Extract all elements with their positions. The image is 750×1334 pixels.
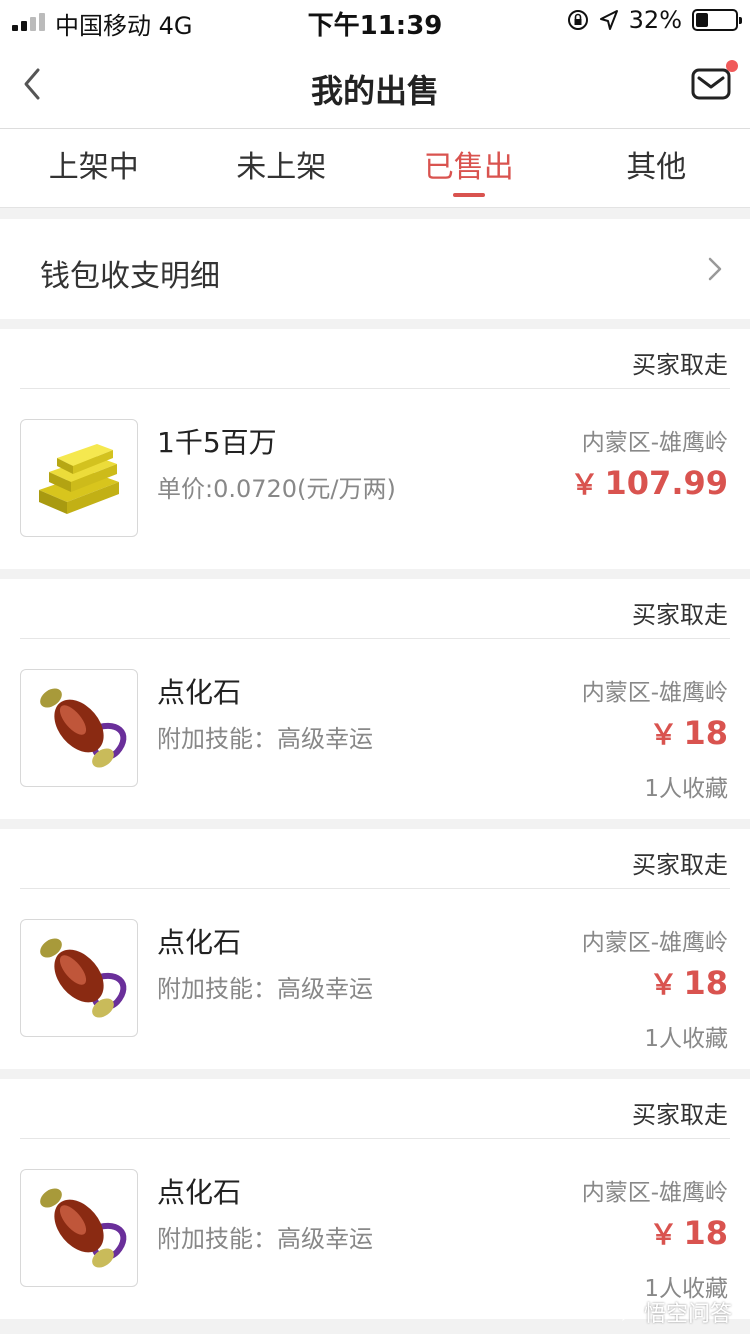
location-arrow-icon — [599, 10, 618, 30]
item-name: 点化石 — [157, 676, 242, 709]
active-tab-indicator — [452, 193, 485, 197]
jade-stone-icon — [40, 688, 127, 768]
carrier-label: 中国移动 4G — [55, 12, 193, 40]
item-unit-price: 单价:0.0720(元/万两) — [157, 475, 396, 503]
item-price: ￥ 18 — [649, 964, 728, 1002]
watermark: 悟空问答 — [618, 1296, 732, 1328]
item-thumbnail — [20, 1169, 138, 1287]
nav-bar: 我的出售 — [0, 40, 750, 129]
divider — [20, 888, 730, 889]
item-price: ￥ 18 — [649, 1214, 728, 1252]
item-price: ￥ 107.99 — [570, 464, 729, 502]
envelope-icon — [691, 68, 731, 100]
order-status: 买家取走 — [632, 1101, 728, 1129]
divider — [20, 1138, 730, 1139]
tab-other[interactable]: 其他 — [563, 129, 750, 207]
tab-unlisted[interactable]: 未上架 — [188, 129, 376, 207]
tab-listed[interactable]: 上架中 — [0, 129, 188, 207]
item-name: 1千5百万 — [157, 426, 277, 459]
order-card[interactable]: 买家取走 点化石 附加技能：高级幸运 内蒙区-雄鹰岭 ￥ 18 1人收藏 — [0, 829, 750, 1069]
order-status: 买家取走 — [632, 601, 728, 629]
server-region: 内蒙区-雄鹰岭 — [581, 430, 728, 456]
order-status: 买家取走 — [632, 851, 728, 879]
divider — [20, 638, 730, 639]
orientation-lock-icon — [567, 10, 588, 30]
page-title: 我的出售 — [310, 72, 439, 110]
order-card[interactable]: 买家取走 点化石 附加技能：高级幸运 内蒙区-雄鹰岭 ￥ 18 1人收藏 — [0, 1079, 750, 1319]
order-card[interactable]: 买家取走 1千5百万 单价:0.0720(元/万两) 内蒙区-雄鹰岭 ￥ 107.… — [0, 329, 750, 569]
divider — [20, 388, 730, 389]
item-name: 点化石 — [157, 1176, 242, 1209]
item-thumbnail — [20, 919, 138, 1037]
item-thumbnail — [20, 419, 138, 537]
item-thumbnail — [20, 669, 138, 787]
signal-icon — [12, 11, 48, 31]
wallet-details-row[interactable]: 钱包收支明细 — [0, 219, 750, 319]
speech-bubble-icon — [618, 1303, 639, 1321]
order-card[interactable]: 买家取走 点化石 附加技能：高级幸运 内蒙区-雄鹰岭 ￥ 18 1人收藏 — [0, 579, 750, 819]
jade-stone-icon — [40, 938, 127, 1018]
item-name: 点化石 — [157, 926, 242, 959]
tab-bar: 上架中 未上架 已售出 其他 — [0, 129, 750, 208]
gold-bars-icon — [39, 444, 119, 514]
tab-sold[interactable]: 已售出 — [375, 129, 563, 207]
back-chevron-icon[interactable] — [18, 64, 48, 104]
server-region: 内蒙区-雄鹰岭 — [581, 930, 728, 956]
item-price: ￥ 18 — [649, 714, 728, 752]
battery-percent: 32% — [628, 6, 682, 34]
wallet-details-label: 钱包收支明细 — [40, 259, 220, 294]
jade-stone-icon — [40, 1188, 127, 1268]
item-skill: 附加技能：高级幸运 — [157, 725, 373, 753]
favorites-count: 1人收藏 — [644, 776, 728, 802]
item-skill: 附加技能：高级幸运 — [157, 1225, 373, 1253]
order-status: 买家取走 — [632, 351, 728, 379]
chevron-right-icon — [708, 257, 722, 281]
item-skill: 附加技能：高级幸运 — [157, 975, 373, 1003]
messages-button[interactable] — [690, 60, 738, 104]
battery-icon — [692, 9, 742, 31]
server-region: 内蒙区-雄鹰岭 — [581, 1180, 728, 1206]
status-bar: 中国移动 4G 下午11:39 32% — [0, 0, 750, 41]
server-region: 内蒙区-雄鹰岭 — [581, 680, 728, 706]
favorites-count: 1人收藏 — [644, 1026, 728, 1052]
notification-dot — [726, 60, 738, 72]
